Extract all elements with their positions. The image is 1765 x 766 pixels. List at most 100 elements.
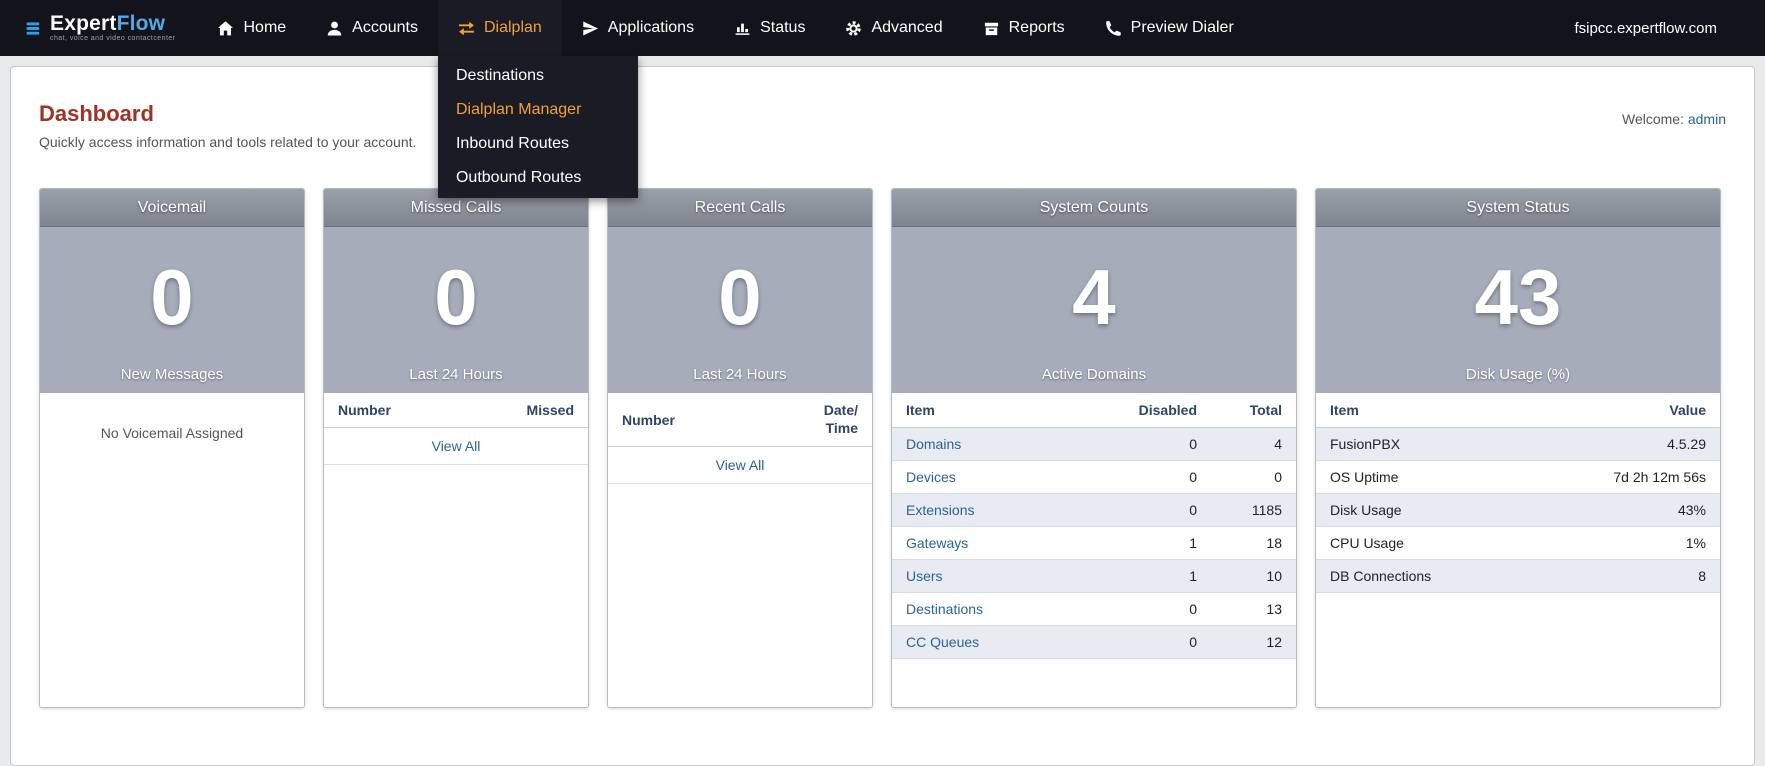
- nav-item-label: Advanced: [871, 19, 943, 36]
- logo-bars-icon: [26, 21, 40, 35]
- table-cell: 0: [1189, 634, 1197, 650]
- table-cell: 0: [1274, 469, 1282, 485]
- column-header: Total: [1249, 402, 1282, 418]
- nav-item-label: Home: [243, 19, 287, 36]
- menu-item-inbound-routes[interactable]: Inbound Routes: [438, 127, 638, 161]
- nav-item-label: Dialplan: [483, 19, 542, 36]
- paper-plane-icon: [583, 20, 598, 36]
- system-status-table-header: Item Value: [1316, 393, 1720, 428]
- column-header: Missed: [526, 402, 574, 418]
- user-icon: [327, 21, 342, 36]
- table-cell: 1185: [1251, 502, 1282, 518]
- logo-text-expert: Expert: [50, 12, 117, 35]
- recent-calls-count-label: Last 24 Hours: [693, 366, 787, 383]
- table-row: Users 1 10: [892, 560, 1296, 593]
- table-row: Domains 0 4: [892, 428, 1296, 461]
- item-link[interactable]: Domains: [906, 436, 961, 452]
- menu-item-dialplan-manager[interactable]: Dialplan Manager: [438, 93, 638, 127]
- item-link[interactable]: Gateways: [906, 535, 968, 551]
- disk-usage-label: Disk Usage (%): [1465, 366, 1571, 383]
- welcome-user-link[interactable]: admin: [1688, 111, 1726, 127]
- card-title: Voicemail: [40, 189, 304, 227]
- table-row: OS Uptime 7d 2h 12m 56s: [1316, 461, 1720, 494]
- welcome-text: Welcome: admin: [1622, 111, 1726, 127]
- menu-item-destinations[interactable]: Destinations: [438, 59, 638, 93]
- card-recent-calls: Recent Calls 0 Last 24 Hours Number Date…: [607, 188, 873, 708]
- card-title: Recent Calls: [608, 189, 872, 227]
- table-cell: 7d 2h 12m 56s: [1613, 469, 1706, 485]
- missed-calls-count: 0: [434, 252, 478, 341]
- nav-item-home[interactable]: Home: [197, 0, 306, 56]
- nav-item-applications[interactable]: Applications: [562, 0, 714, 56]
- main-menu: Home Accounts Dialplan Destinations Dial…: [197, 0, 1254, 198]
- page-title: Dashboard: [39, 101, 154, 126]
- column-header: Item: [906, 402, 935, 418]
- table-cell: 4.5.29: [1667, 436, 1706, 452]
- archive-box-icon: [984, 22, 998, 35]
- dashboard-cards: Voicemail 0 New Messages No Voicemail As…: [39, 188, 1726, 708]
- menu-item-outbound-routes[interactable]: Outbound Routes: [438, 161, 638, 195]
- nav-item-label: Accounts: [352, 19, 418, 36]
- nav-item-label: Reports: [1008, 19, 1065, 36]
- table-cell: 0: [1189, 502, 1197, 518]
- table-cell: Devices: [906, 469, 1102, 485]
- table-cell: 13: [1266, 601, 1282, 617]
- table-cell: 0: [1189, 436, 1197, 452]
- voicemail-empty-message: No Voicemail Assigned: [100, 425, 244, 441]
- table-row: Disk Usage 43%: [1316, 494, 1720, 527]
- table-row: CC Queues 0 12: [892, 626, 1296, 659]
- logo[interactable]: ExpertFlow chat, voice and video contact…: [26, 12, 176, 42]
- nav-item-reports[interactable]: Reports: [963, 0, 1085, 56]
- system-status-hero: 43 Disk Usage (%): [1316, 227, 1720, 393]
- nav-item-label: Status: [760, 19, 806, 36]
- card-title: System Counts: [892, 189, 1296, 227]
- item-link[interactable]: Devices: [906, 469, 956, 485]
- table-cell: FusionPBX: [1330, 436, 1401, 452]
- nav-item-advanced[interactable]: Advanced: [825, 0, 962, 56]
- table-cell: 10: [1266, 568, 1282, 584]
- table-cell: 1: [1189, 535, 1197, 551]
- recent-calls-hero: 0 Last 24 Hours: [608, 227, 872, 393]
- nav-item-status[interactable]: Status: [714, 0, 825, 56]
- nav-item-dialplan[interactable]: Dialplan Destinations Dialplan Manager I…: [437, 0, 638, 198]
- logo-name: ExpertFlow: [50, 12, 175, 35]
- column-header: Value: [1669, 402, 1706, 418]
- view-all-link[interactable]: View All: [432, 438, 481, 454]
- missed-calls-hero: 0 Last 24 Hours: [324, 227, 588, 393]
- item-link[interactable]: CC Queues: [906, 634, 979, 650]
- top-nav: ExpertFlow chat, voice and video contact…: [0, 0, 1765, 198]
- table-cell: 43%: [1677, 502, 1706, 518]
- item-link[interactable]: Destinations: [906, 601, 983, 617]
- nav-item-accounts[interactable]: Accounts: [306, 0, 438, 56]
- active-domains-label: Active Domains: [1041, 366, 1147, 383]
- view-all-link[interactable]: View All: [716, 457, 765, 473]
- voicemail-count-label: New Messages: [120, 366, 224, 383]
- content-panel: Dashboard Quickly access information and…: [10, 66, 1755, 766]
- logo-text-flow: Flow: [116, 12, 166, 35]
- table-cell: DB Connections: [1330, 568, 1432, 584]
- home-icon: [218, 20, 234, 35]
- logo-tagline: chat, voice and video contactcenter: [50, 35, 176, 42]
- table-cell: OS Uptime: [1330, 469, 1399, 485]
- column-header: Number: [338, 402, 391, 418]
- missed-calls-table-header: Number Missed: [324, 393, 588, 428]
- card-system-counts: System Counts 4 Active Domains Item Disa…: [891, 188, 1297, 708]
- table-cell: 0: [1189, 469, 1197, 485]
- column-header: Date/Time: [823, 402, 858, 436]
- column-header: Item: [1330, 402, 1359, 418]
- item-link[interactable]: Extensions: [906, 502, 974, 518]
- nav-item-preview-dialer[interactable]: Preview Dialer: [1085, 0, 1254, 56]
- card-title: System Status: [1316, 189, 1720, 227]
- recent-calls-count: 0: [718, 252, 762, 341]
- card-missed-calls: Missed Calls 0 Last 24 Hours Number Miss…: [323, 188, 589, 708]
- domain-label: fsipcc.expertflow.com: [1574, 19, 1717, 37]
- item-link[interactable]: Users: [906, 568, 943, 584]
- table-row: CPU Usage 1%: [1316, 527, 1720, 560]
- table-cell: 4: [1274, 436, 1282, 452]
- table-cell: 1: [1189, 568, 1197, 584]
- table-cell: Users: [906, 568, 1102, 584]
- table-cell: 8: [1698, 568, 1706, 584]
- table-cell: Gateways: [906, 535, 1102, 551]
- table-cell: Disk Usage: [1330, 502, 1402, 518]
- table-cell: 1%: [1685, 535, 1706, 551]
